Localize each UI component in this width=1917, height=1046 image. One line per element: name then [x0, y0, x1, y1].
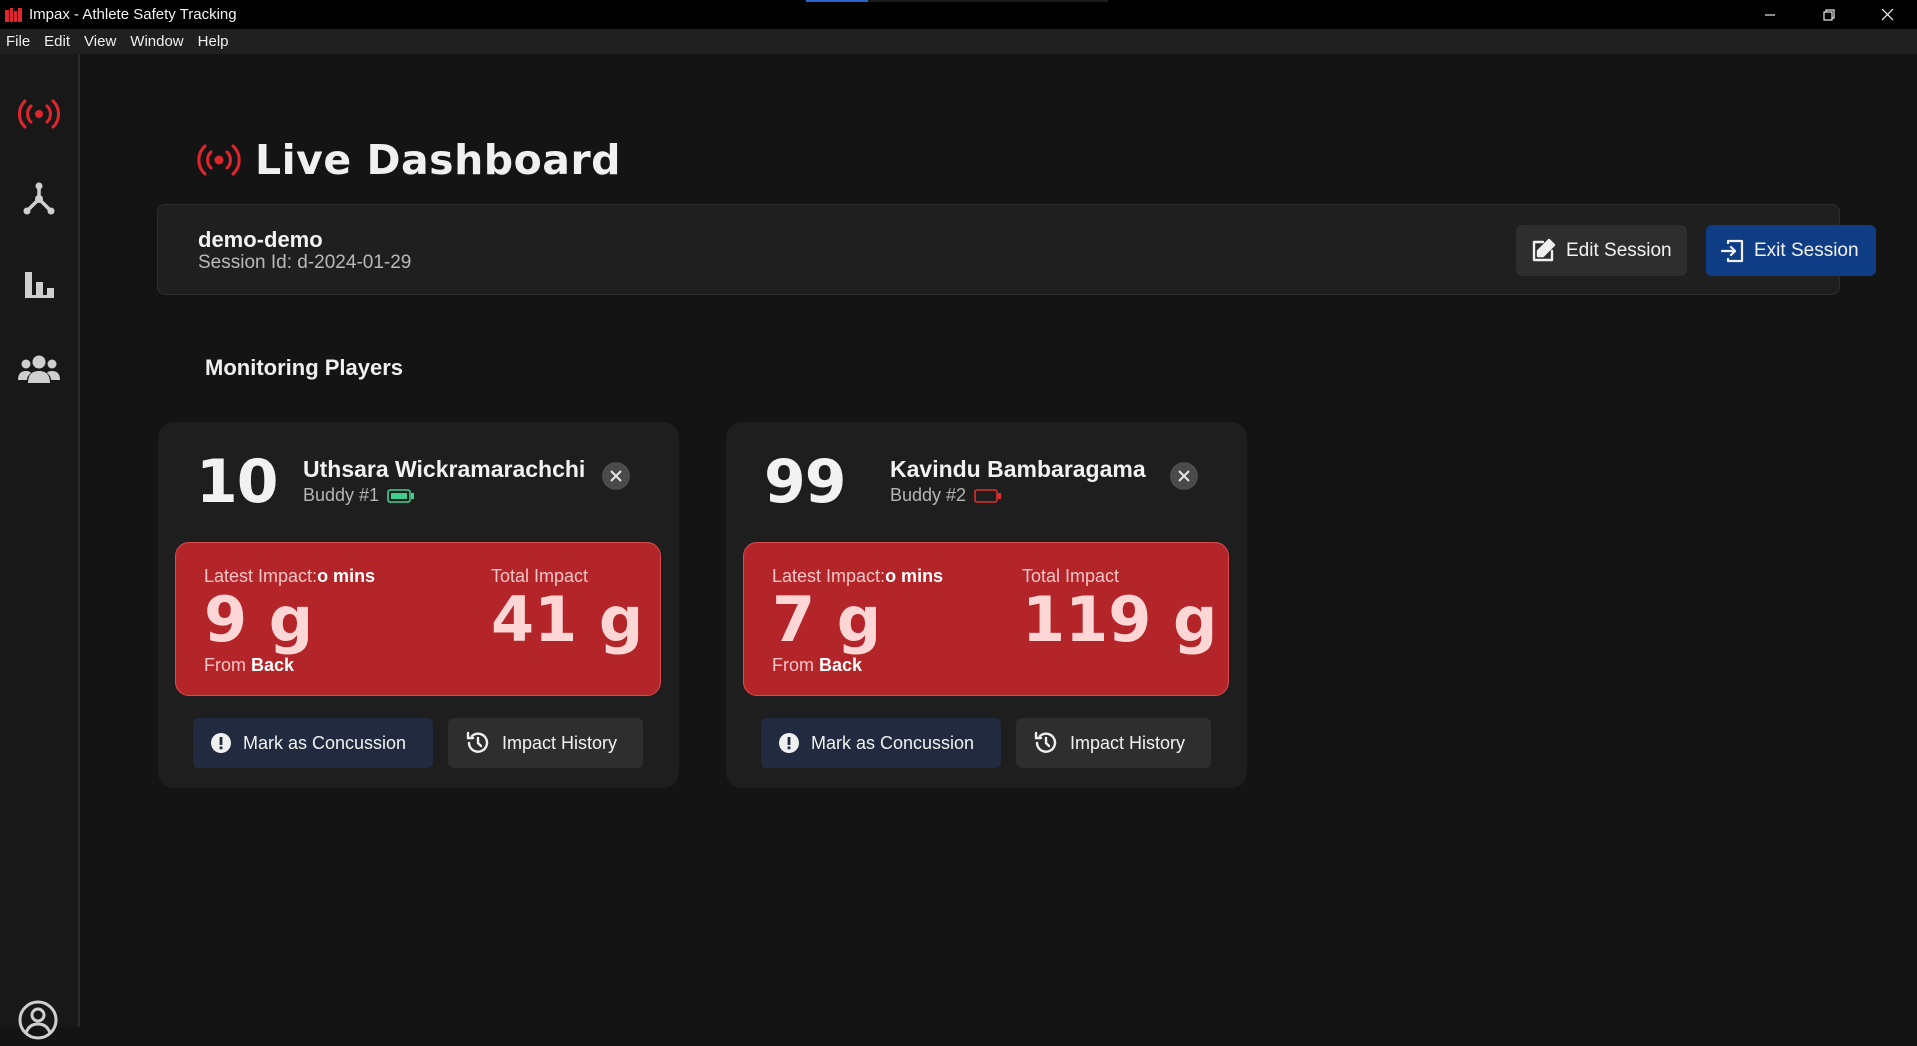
window-title: Impax - Athlete Safety Tracking: [29, 6, 237, 23]
player-name: Uthsara Wickramarachchi: [303, 456, 586, 482]
network-icon: [23, 182, 55, 215]
title-accent: [806, 0, 1108, 2]
player-number: 99: [764, 447, 846, 517]
player-card: 99 Kavindu Bambaragama Buddy #2 Latest I…: [726, 422, 1247, 788]
menu-help[interactable]: Help: [195, 33, 235, 50]
session-id: Session Id: d-2024-01-29: [198, 252, 412, 273]
battery-empty-icon: [974, 488, 1002, 503]
impact-summary: Latest Impact:o mins 7 g From Back Total…: [743, 542, 1229, 696]
page-header: Live Dashboard: [197, 136, 621, 184]
profile-button[interactable]: [17, 999, 59, 1041]
player-number: 10: [196, 447, 278, 517]
menu-file[interactable]: File: [3, 33, 36, 50]
remove-player-button[interactable]: [602, 462, 630, 490]
latest-impact-time: o mins: [317, 566, 376, 586]
broadcast-icon: [197, 144, 241, 176]
history-icon: [466, 731, 489, 753]
sidebar-item-players[interactable]: [0, 339, 78, 399]
latest-impact-time: o mins: [885, 566, 944, 586]
sidebar-item-network[interactable]: [0, 169, 78, 229]
edit-session-button[interactable]: Edit Session: [1516, 225, 1687, 276]
close-window-button[interactable]: [1858, 0, 1917, 29]
buddy-name: Buddy #1: [303, 485, 380, 505]
battery-full-icon: [387, 488, 415, 503]
latest-impact-value: 9 g: [204, 583, 314, 656]
section-title: Monitoring Players: [205, 355, 404, 380]
player-card: 10 Uthsara Wickramarachchi Buddy #1 Late…: [158, 422, 679, 788]
broadcast-icon: [18, 99, 60, 129]
session-name: demo-demo: [198, 227, 323, 252]
minimize-icon: [1764, 13, 1775, 16]
restore-icon: [1822, 8, 1835, 21]
buddy-label: Buddy #2: [890, 485, 1002, 506]
total-impact-value: 41 g: [491, 583, 644, 656]
buddy-name: Buddy #2: [890, 485, 967, 505]
alert-icon: [779, 733, 799, 753]
player-name: Kavindu Bambaragama: [890, 456, 1146, 482]
close-icon: [1881, 8, 1894, 21]
menu-view[interactable]: View: [81, 33, 122, 50]
remove-player-button[interactable]: [1170, 462, 1198, 490]
mark-concussion-label: Mark as Concussion: [811, 732, 975, 753]
edit-session-label: Edit Session: [1566, 239, 1672, 261]
impact-direction: From Back: [204, 655, 295, 675]
impact-history-label: Impact History: [1070, 732, 1186, 753]
impact-direction-value: Back: [819, 655, 863, 675]
sidebar: [0, 54, 80, 1040]
close-icon: [610, 470, 622, 482]
impact-history-label: Impact History: [502, 732, 618, 753]
impact-summary: Latest Impact:o mins 9 g From Back Total…: [175, 542, 661, 696]
buddy-label: Buddy #1: [303, 485, 415, 506]
session-bar: demo-demo Session Id: d-2024-01-29 Edit …: [157, 204, 1876, 295]
mark-concussion-button[interactable]: Mark as Concussion: [761, 718, 1001, 768]
app-logo-icon: [4, 7, 24, 23]
mark-concussion-label: Mark as Concussion: [243, 732, 407, 753]
bar-chart-icon: [25, 272, 54, 298]
mark-concussion-button[interactable]: Mark as Concussion: [193, 718, 433, 768]
impact-direction: From Back: [772, 655, 863, 675]
menu-bar: File Edit View Window Help: [0, 29, 1917, 54]
impact-direction-value: Back: [251, 655, 295, 675]
menu-window[interactable]: Window: [127, 33, 189, 50]
menu-edit[interactable]: Edit: [41, 33, 76, 50]
close-icon: [1178, 470, 1190, 482]
impact-history-button[interactable]: Impact History: [1016, 718, 1211, 768]
total-impact-value: 119 g: [1022, 583, 1218, 656]
page-title: Live Dashboard: [255, 136, 622, 184]
sidebar-item-analytics[interactable]: [0, 254, 78, 314]
title-bar: Impax - Athlete Safety Tracking: [0, 0, 1917, 29]
alert-icon: [211, 733, 231, 753]
latest-impact-value: 7 g: [772, 583, 882, 656]
exit-session-button[interactable]: Exit Session: [1706, 225, 1876, 276]
edit-icon: [1532, 238, 1556, 261]
users-icon: [18, 355, 60, 383]
exit-session-label: Exit Session: [1754, 239, 1859, 261]
minimize-button[interactable]: [1740, 0, 1799, 29]
main-content: Live Dashboard demo-demo Session Id: d-2…: [80, 54, 1917, 1027]
user-circle-icon: [18, 1000, 58, 1040]
restore-button[interactable]: [1799, 0, 1858, 29]
history-icon: [1034, 731, 1057, 753]
sidebar-item-live[interactable]: [0, 84, 78, 144]
impact-history-button[interactable]: Impact History: [448, 718, 643, 768]
exit-icon: [1720, 239, 1744, 262]
